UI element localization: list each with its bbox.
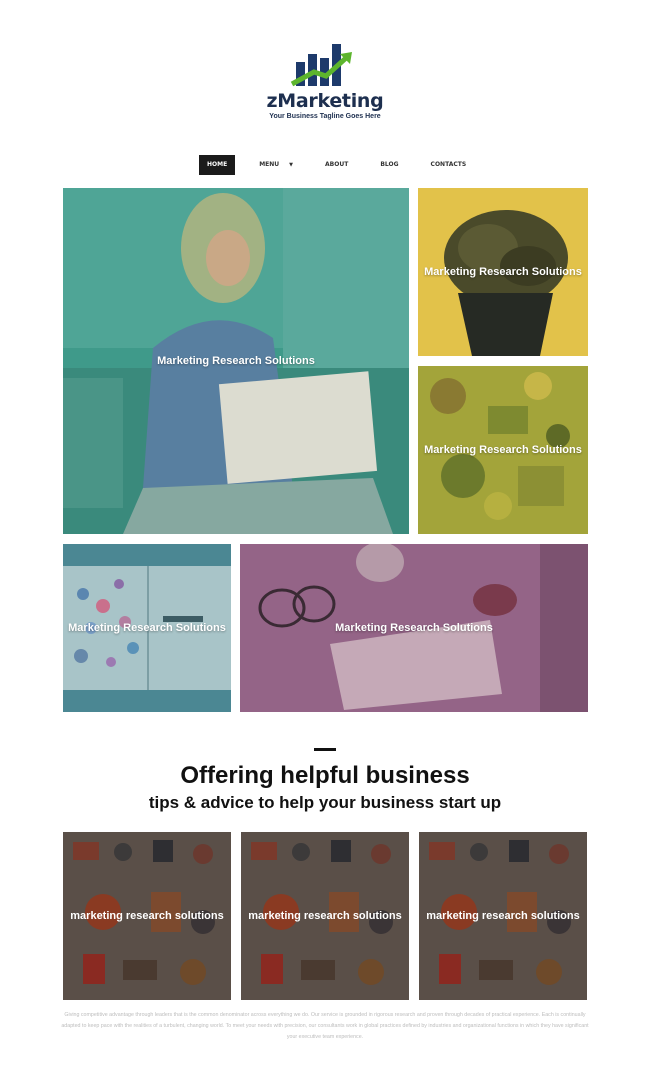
nav-item-home[interactable]: HOME xyxy=(199,155,236,175)
tile-caption: Marketing Research Solutions xyxy=(157,355,315,367)
nav-item-about[interactable]: ABOUT xyxy=(317,155,356,175)
gear-tile[interactable]: marketing research solutions xyxy=(419,832,587,1000)
tile-notebook[interactable]: Marketing Research Solutions xyxy=(63,544,231,712)
tile-plant[interactable]: Marketing Research Solutions xyxy=(418,188,588,356)
caret-down-icon: ▼ xyxy=(289,162,294,168)
gear-tile-caption: marketing research solutions xyxy=(426,910,580,922)
nav-item-menu[interactable]: MENU ▼ xyxy=(251,155,301,175)
tile-objects[interactable]: Marketing Research Solutions xyxy=(418,366,588,534)
gear-tile[interactable]: marketing research solutions xyxy=(241,832,409,1000)
gear-tile[interactable]: marketing research solutions xyxy=(63,832,231,1000)
tile-caption: Marketing Research Solutions xyxy=(335,622,493,634)
description-text: Giving competitive advantage through lea… xyxy=(61,1012,589,1040)
section-title: Offering helpful business xyxy=(180,762,470,789)
nav-item-menu-label: MENU xyxy=(259,161,280,168)
brand-tagline: Your Business Tagline Goes Here xyxy=(269,113,381,120)
logo[interactable]: zMarketing Your Business Tagline Goes He… xyxy=(0,38,650,120)
tile-caption: Marketing Research Solutions xyxy=(424,266,582,278)
nav-item-blog[interactable]: BLOG xyxy=(372,155,406,175)
gear-tile-caption: marketing research solutions xyxy=(248,910,402,922)
bar-chart-logo-icon xyxy=(290,44,352,87)
tile-caption: Marketing Research Solutions xyxy=(68,622,226,634)
nav-item-contacts[interactable]: CONTACTS xyxy=(423,155,475,175)
tile-caption: Marketing Research Solutions xyxy=(424,444,582,456)
heading-divider xyxy=(314,748,336,751)
gear-tile-caption: marketing research solutions xyxy=(70,910,224,922)
main-nav: HOME MENU ▼ ABOUT BLOG CONTACTS xyxy=(199,155,490,175)
tile-desk[interactable]: Marketing Research Solutions xyxy=(240,544,588,712)
section-subtitle: tips & advice to help your business star… xyxy=(148,793,502,812)
brand-name: zMarketing xyxy=(266,90,384,112)
tile-woman-laptop[interactable]: Marketing Research Solutions xyxy=(63,188,409,534)
